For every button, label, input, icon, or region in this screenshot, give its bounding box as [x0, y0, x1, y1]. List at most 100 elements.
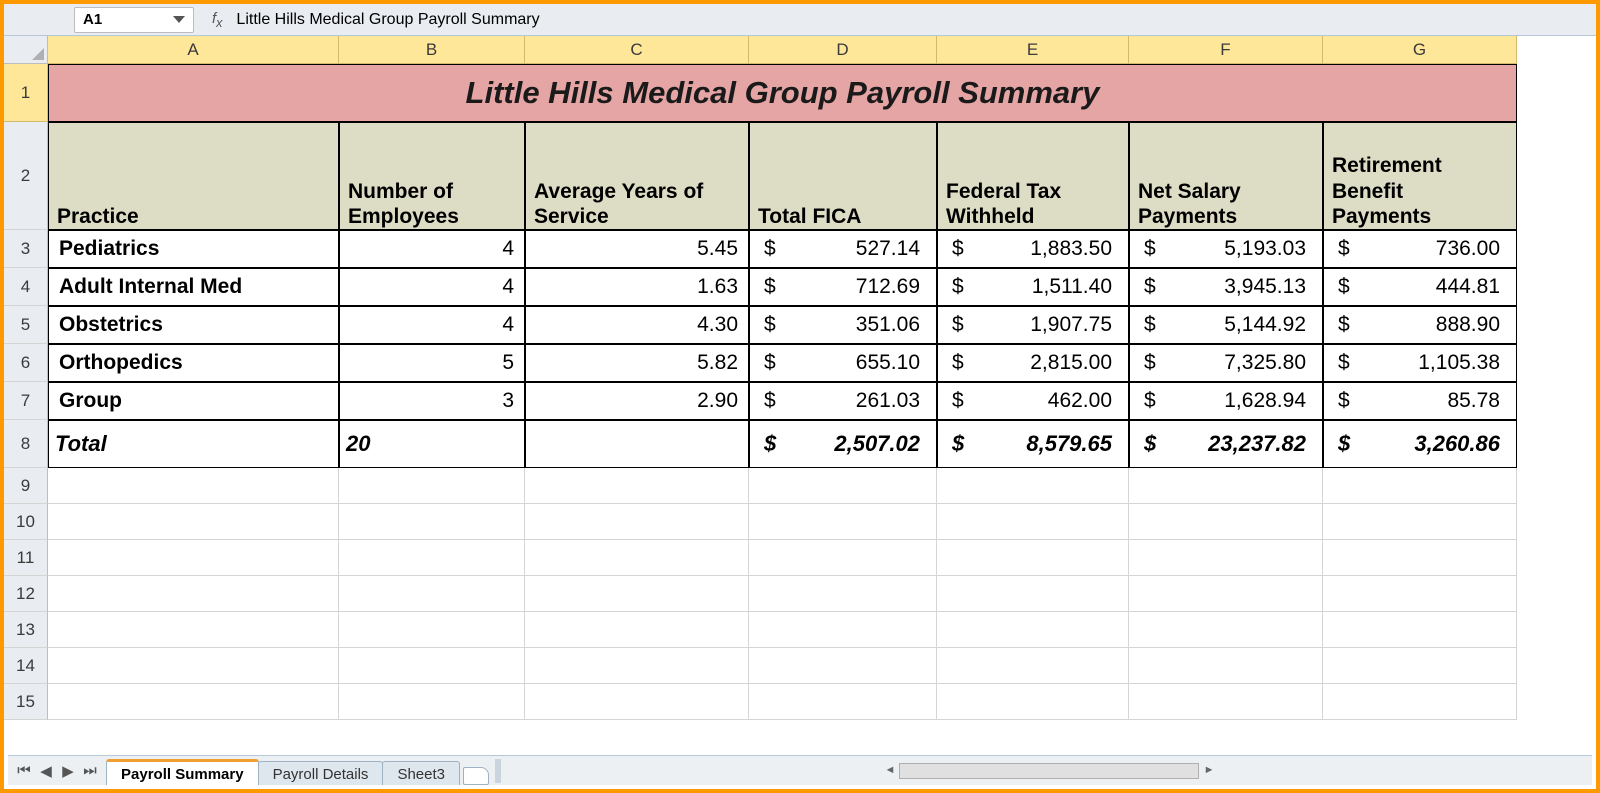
- empty-cell[interactable]: [937, 684, 1129, 720]
- cell-emp[interactable]: 4: [339, 306, 525, 344]
- header-num-employees[interactable]: Number of Employees: [339, 122, 525, 230]
- empty-cell[interactable]: [339, 540, 525, 576]
- header-total-fica[interactable]: Total FICA: [749, 122, 937, 230]
- cell-fica[interactable]: $655.10: [749, 344, 937, 382]
- col-header-g[interactable]: G: [1323, 36, 1517, 64]
- empty-cell[interactable]: [339, 504, 525, 540]
- cell-ret[interactable]: $888.90: [1323, 306, 1517, 344]
- col-header-e[interactable]: E: [937, 36, 1129, 64]
- empty-cell[interactable]: [937, 468, 1129, 504]
- empty-cell[interactable]: [749, 648, 937, 684]
- fx-icon[interactable]: fx: [212, 10, 222, 30]
- total-years[interactable]: [525, 420, 749, 468]
- tab-payroll-details[interactable]: Payroll Details: [258, 761, 384, 785]
- empty-cell[interactable]: [1323, 576, 1517, 612]
- row-header[interactable]: 7: [4, 382, 48, 420]
- header-retirement[interactable]: Retirement Benefit Payments: [1323, 122, 1517, 230]
- empty-cell[interactable]: [525, 540, 749, 576]
- header-avg-years[interactable]: Average Years of Service: [525, 122, 749, 230]
- row-header[interactable]: 6: [4, 344, 48, 382]
- first-sheet-icon[interactable]: ⏮: [14, 761, 34, 781]
- empty-cell[interactable]: [749, 504, 937, 540]
- formula-input[interactable]: [234, 7, 1596, 33]
- empty-cell[interactable]: [1129, 648, 1323, 684]
- cell-fica[interactable]: $351.06: [749, 306, 937, 344]
- empty-cell[interactable]: [937, 540, 1129, 576]
- row-header-2[interactable]: 2: [4, 122, 48, 230]
- cell-ret[interactable]: $736.00: [1323, 230, 1517, 268]
- cell-net[interactable]: $5,144.92: [1129, 306, 1323, 344]
- header-practice[interactable]: Practice: [48, 122, 339, 230]
- empty-cell[interactable]: [749, 540, 937, 576]
- cell-fica[interactable]: $712.69: [749, 268, 937, 306]
- cell-net[interactable]: $7,325.80: [1129, 344, 1323, 382]
- empty-cell[interactable]: [749, 612, 937, 648]
- title-cell[interactable]: Little Hills Medical Group Payroll Summa…: [48, 64, 1517, 122]
- cell-net[interactable]: $5,193.03: [1129, 230, 1323, 268]
- row-header[interactable]: 13: [4, 612, 48, 648]
- row-header[interactable]: 15: [4, 684, 48, 720]
- empty-cell[interactable]: [1323, 504, 1517, 540]
- cell-fed[interactable]: $1,907.75: [937, 306, 1129, 344]
- empty-cell[interactable]: [339, 684, 525, 720]
- empty-cell[interactable]: [1129, 684, 1323, 720]
- empty-cell[interactable]: [1323, 468, 1517, 504]
- empty-cell[interactable]: [525, 648, 749, 684]
- empty-cell[interactable]: [48, 468, 339, 504]
- empty-cell[interactable]: [1323, 648, 1517, 684]
- chevron-down-icon[interactable]: [173, 16, 185, 23]
- empty-cell[interactable]: [48, 684, 339, 720]
- cell-fed[interactable]: $1,883.50: [937, 230, 1129, 268]
- header-net-salary[interactable]: Net Salary Payments: [1129, 122, 1323, 230]
- select-all-corner[interactable]: [4, 36, 48, 64]
- cell-emp[interactable]: 4: [339, 230, 525, 268]
- empty-cell[interactable]: [1129, 576, 1323, 612]
- empty-cell[interactable]: [1129, 504, 1323, 540]
- row-header-1[interactable]: 1: [4, 64, 48, 122]
- cell-practice[interactable]: Pediatrics: [48, 230, 339, 268]
- next-sheet-icon[interactable]: ▶: [58, 761, 78, 781]
- row-header[interactable]: 5: [4, 306, 48, 344]
- cell-practice[interactable]: Orthopedics: [48, 344, 339, 382]
- name-box[interactable]: A1: [74, 7, 194, 33]
- total-emp[interactable]: 20: [339, 420, 525, 468]
- cell-years[interactable]: 1.63: [525, 268, 749, 306]
- empty-cell[interactable]: [937, 612, 1129, 648]
- total-net[interactable]: $23,237.82: [1129, 420, 1323, 468]
- cell-emp[interactable]: 4: [339, 268, 525, 306]
- empty-cell[interactable]: [1323, 684, 1517, 720]
- empty-cell[interactable]: [749, 684, 937, 720]
- cell-years[interactable]: 5.82: [525, 344, 749, 382]
- cell-years[interactable]: 5.45: [525, 230, 749, 268]
- header-fed-tax[interactable]: Federal Tax Withheld: [937, 122, 1129, 230]
- cell-ret[interactable]: $1,105.38: [1323, 344, 1517, 382]
- empty-cell[interactable]: [525, 504, 749, 540]
- col-header-a[interactable]: A: [48, 36, 339, 64]
- cell-years[interactable]: 4.30: [525, 306, 749, 344]
- empty-cell[interactable]: [48, 612, 339, 648]
- empty-cell[interactable]: [749, 576, 937, 612]
- empty-cell[interactable]: [48, 504, 339, 540]
- empty-cell[interactable]: [525, 576, 749, 612]
- empty-cell[interactable]: [525, 612, 749, 648]
- cell-practice[interactable]: Obstetrics: [48, 306, 339, 344]
- cell-fed[interactable]: $462.00: [937, 382, 1129, 420]
- empty-cell[interactable]: [1323, 612, 1517, 648]
- cell-net[interactable]: $3,945.13: [1129, 268, 1323, 306]
- row-header[interactable]: 9: [4, 468, 48, 504]
- cell-practice[interactable]: Adult Internal Med: [48, 268, 339, 306]
- total-ret[interactable]: $3,260.86: [1323, 420, 1517, 468]
- cell-fed[interactable]: $1,511.40: [937, 268, 1129, 306]
- cell-ret[interactable]: $444.81: [1323, 268, 1517, 306]
- total-label[interactable]: Total: [48, 420, 339, 468]
- cell-ret[interactable]: $85.78: [1323, 382, 1517, 420]
- row-header[interactable]: 12: [4, 576, 48, 612]
- tab-scroll-separator[interactable]: [495, 759, 501, 783]
- cell-years[interactable]: 2.90: [525, 382, 749, 420]
- empty-cell[interactable]: [48, 648, 339, 684]
- empty-cell[interactable]: [525, 468, 749, 504]
- row-header[interactable]: 3: [4, 230, 48, 268]
- empty-cell[interactable]: [1129, 540, 1323, 576]
- cell-net[interactable]: $1,628.94: [1129, 382, 1323, 420]
- row-header-8[interactable]: 8: [4, 420, 48, 468]
